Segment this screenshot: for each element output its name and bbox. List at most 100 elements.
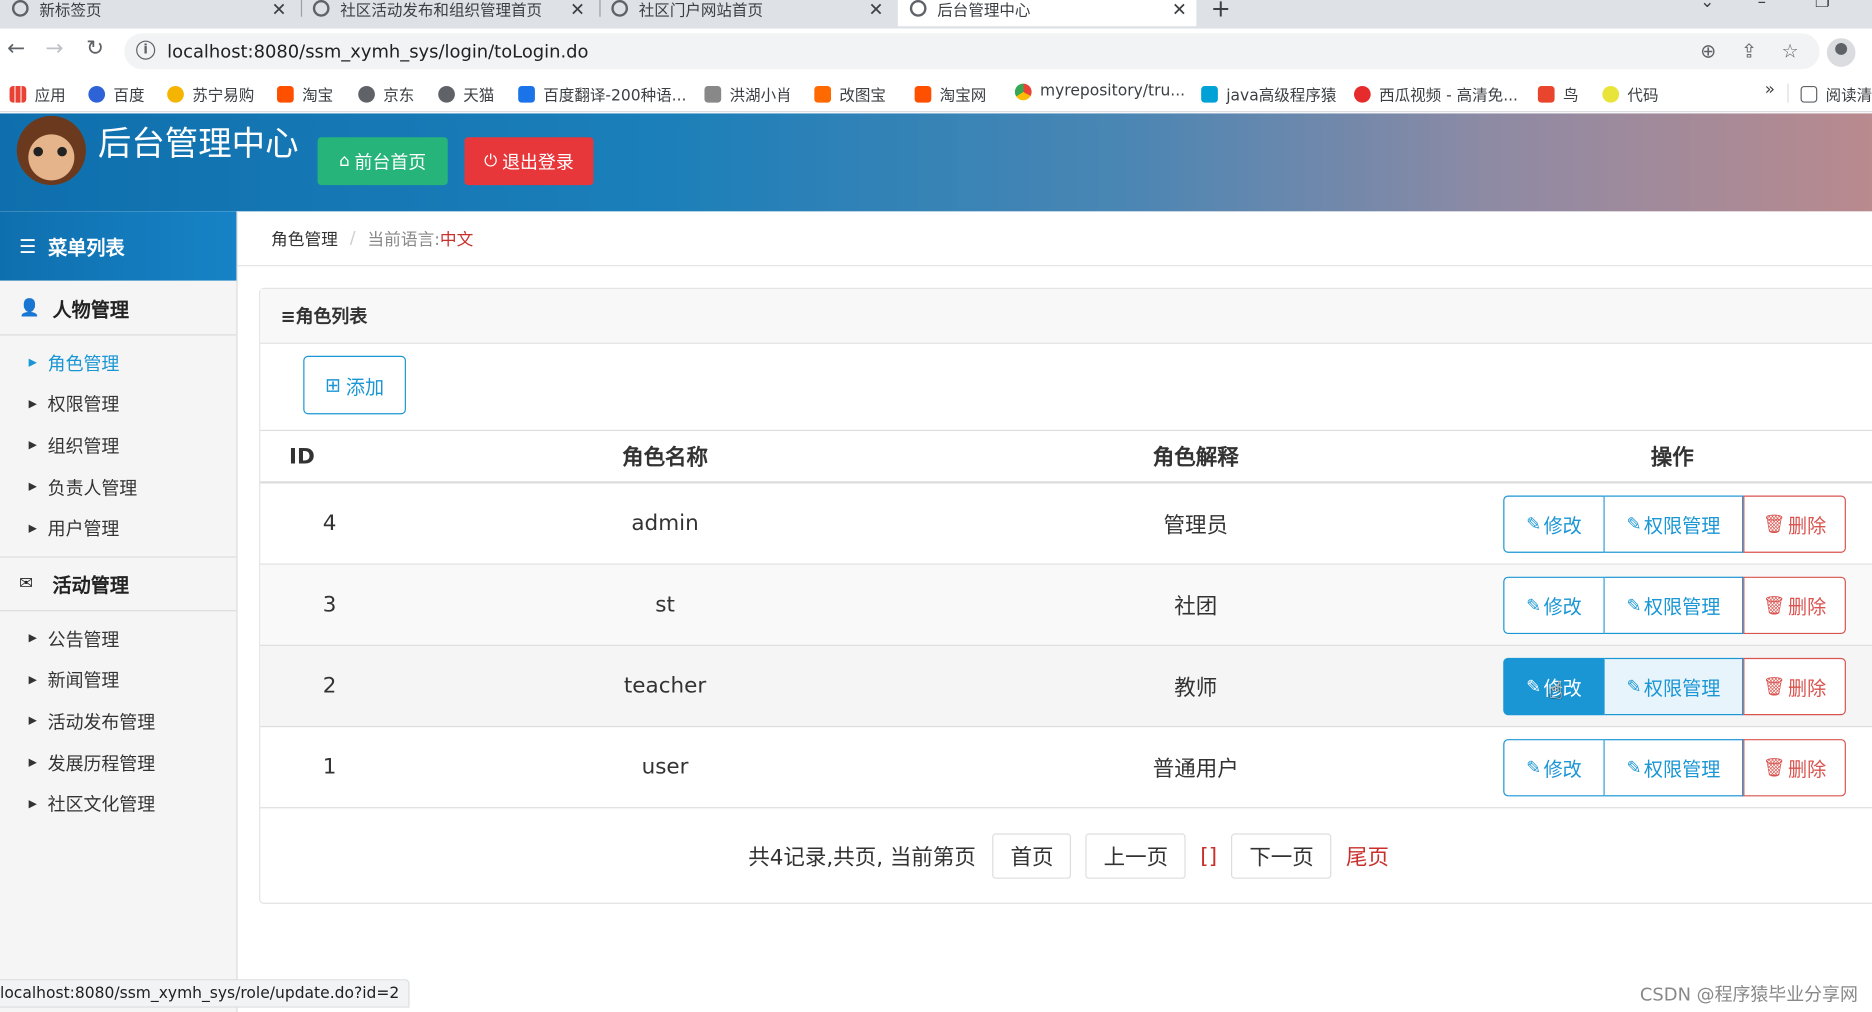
caret-right-icon: ▶: [28, 522, 37, 535]
first-page-button[interactable]: 首页: [992, 833, 1072, 879]
bookmark-apps[interactable]: 应用: [9, 82, 66, 105]
bookmark-item[interactable]: 改图宝: [814, 82, 886, 105]
menu-list-icon: ☰: [19, 234, 37, 258]
star-icon[interactable]: ☆: [1781, 39, 1798, 62]
watermark: CSDN @程序猿毕业分享网: [1639, 983, 1858, 1006]
back-arrow-icon[interactable]: ←: [7, 36, 25, 61]
close-icon[interactable]: ✕: [570, 0, 585, 20]
sidebar-item-role[interactable]: ▶ 角色管理: [0, 343, 236, 384]
bookmark-item[interactable]: 淘宝网: [914, 82, 986, 105]
edit-button[interactable]: ✎ 修改: [1503, 576, 1605, 634]
zoom-icon[interactable]: ⊕: [1700, 39, 1716, 62]
breadcrumb-page[interactable]: 角色管理: [271, 226, 338, 250]
row-actions: ✎ 修改 ✎ 权限管理 🗑 删除: [1503, 484, 1846, 564]
status-bar-url: localhost:8080/ssm_xymh_sys/role/update.…: [0, 979, 411, 1008]
delete-button[interactable]: 🗑 删除: [1743, 657, 1846, 715]
sidebar-item-permission[interactable]: ▶ 权限管理: [0, 384, 236, 425]
next-page-button[interactable]: 下一页: [1231, 833, 1332, 879]
sidebar-item-history[interactable]: ▶ 发展历程管理: [0, 742, 236, 783]
bookmarks-more-icon[interactable]: »: [1765, 80, 1775, 99]
reading-list-icon: [1800, 85, 1818, 103]
sidebar-item-notice[interactable]: ▶ 公告管理: [0, 618, 236, 659]
permission-button[interactable]: ✎ 权限管理: [1604, 657, 1744, 715]
reading-list[interactable]: 阅读清: [1800, 82, 1872, 105]
permission-button[interactable]: ✎ 权限管理: [1604, 738, 1744, 796]
bookmark-item[interactable]: 百度翻译-200种语...: [518, 82, 686, 105]
logout-button[interactable]: ⏻ 退出登录: [464, 137, 594, 186]
bookmark-item[interactable]: 淘宝: [277, 82, 333, 105]
browser-tab[interactable]: 社区活动发布和组织管理首页 ✕: [312, 0, 595, 26]
last-page-link[interactable]: 尾页: [1346, 841, 1389, 872]
bookmark-item[interactable]: 西瓜视频 - 高清免...: [1353, 82, 1518, 105]
front-page-button[interactable]: ⌂ 前台首页: [317, 137, 448, 186]
bookmark-item[interactable]: 代码: [1602, 82, 1658, 105]
new-tab-icon[interactable]: +: [1211, 0, 1231, 23]
sidebar-item-culture[interactable]: ▶ 社区文化管理: [0, 784, 236, 825]
sidebar-header: ☰ 菜单列表: [0, 211, 237, 281]
profile-avatar-icon[interactable]: [1826, 38, 1856, 67]
baidu-icon: [88, 85, 106, 103]
row-actions: ✎ 修改 ✎ 权限管理 🗑 删除: [1503, 565, 1846, 645]
close-icon[interactable]: ✕: [272, 0, 287, 20]
restore-icon[interactable]: ❐: [1815, 0, 1830, 12]
apps-grid-icon: [9, 85, 27, 103]
sidebar-item-user[interactable]: ▶ 用户管理: [0, 508, 236, 549]
chevron-down-icon[interactable]: ⌄: [1700, 0, 1714, 12]
bookmark-item[interactable]: 苏宁易购: [167, 82, 254, 105]
forward-arrow-icon[interactable]: →: [45, 36, 63, 61]
permission-button[interactable]: ✎ 权限管理: [1604, 494, 1744, 553]
browser-tab[interactable]: 社区门户网站首页 ✕: [611, 0, 893, 26]
sidebar-item-organization[interactable]: ▶ 组织管理: [0, 425, 236, 466]
bookmark-item[interactable]: 京东: [358, 82, 414, 105]
caret-right-icon: ▶: [28, 398, 37, 411]
delete-button[interactable]: 🗑 删除: [1743, 576, 1846, 634]
mouse-cursor-icon: ☝: [1548, 675, 1564, 705]
bookmark-item[interactable]: 天猫: [438, 82, 494, 105]
app-header: 后台管理中心 ⌂ 前台首页 ⏻ 退出登录: [0, 113, 1872, 212]
plus-square-icon: ⊞: [325, 373, 342, 397]
address-bar-row: ← → ↻ i localhost:8080/ssm_xymh_sys/logi…: [0, 28, 1872, 75]
sidebar-group-activity[interactable]: ✉ 活动管理: [0, 556, 237, 612]
url-text[interactable]: localhost:8080/ssm_xymh_sys/login/toLogi…: [167, 41, 588, 62]
column-header-id: ID: [288, 443, 315, 469]
delete-button[interactable]: 🗑 删除: [1743, 738, 1846, 796]
bookmark-item[interactable]: 百度: [88, 82, 144, 105]
sidebar-group-people[interactable]: 👤 人物管理: [0, 281, 237, 336]
edit-button[interactable]: ✎ 修改: [1503, 494, 1605, 553]
permission-button[interactable]: ✎ 权限管理: [1604, 576, 1744, 634]
language-value: 中文: [439, 229, 474, 249]
add-button[interactable]: ⊞ 添加: [303, 355, 406, 415]
bookmark-item[interactable]: 洪湖小肖: [704, 82, 792, 105]
close-icon[interactable]: ✕: [869, 0, 884, 20]
video-icon: [1353, 85, 1371, 103]
minimize-icon[interactable]: –: [1758, 0, 1766, 12]
browser-tab[interactable]: 新标签页 ✕: [11, 0, 296, 26]
breadcrumb: 角色管理 / 当前语言: 中文: [237, 211, 1872, 267]
globe-icon: [358, 85, 375, 103]
trash-icon: 🗑: [1762, 756, 1786, 778]
cell-description: 普通用户: [1152, 756, 1239, 782]
delete-button[interactable]: 🗑 删除: [1743, 494, 1846, 553]
share-icon[interactable]: ⇪: [1741, 39, 1757, 62]
pagination-info: 共4记录,共页, 当前第页: [748, 845, 976, 871]
info-icon[interactable]: i: [136, 40, 156, 60]
prev-page-button[interactable]: 上一页: [1085, 833, 1186, 879]
edit-button[interactable]: ✎ 修改: [1503, 738, 1605, 796]
tab-title: 后台管理中心: [937, 1, 1031, 20]
sidebar-item-leader[interactable]: ▶ 负责人管理: [0, 467, 236, 508]
cell-description: 管理员: [1163, 512, 1229, 538]
sidebar-item-activity-publish[interactable]: ▶ 活动发布管理: [0, 701, 236, 742]
caret-right-icon: ▶: [28, 798, 37, 811]
home-icon: ⌂: [339, 151, 350, 171]
reload-icon[interactable]: ↻: [86, 36, 104, 61]
url-bar[interactable]: i localhost:8080/ssm_xymh_sys/login/toLo…: [124, 33, 1820, 70]
close-icon[interactable]: ✕: [1172, 0, 1187, 20]
browser-tab-active[interactable]: 后台管理中心 ✕: [897, 0, 1197, 27]
taobao-icon: [277, 85, 294, 103]
bookmark-item[interactable]: 鸟: [1537, 82, 1578, 105]
bookmark-item[interactable]: myrepository/tru...: [1014, 82, 1185, 100]
role-list-panel: ≡角色列表 ⊞ 添加 ID 角色名称 角色解释 操作 4 admin 管理员 ✎ 修…: [259, 287, 1872, 904]
bookmark-item[interactable]: java高级程序猿: [1201, 82, 1336, 105]
sidebar-item-news[interactable]: ▶ 新闻管理: [0, 660, 236, 701]
caret-right-icon: ▶: [28, 715, 37, 728]
